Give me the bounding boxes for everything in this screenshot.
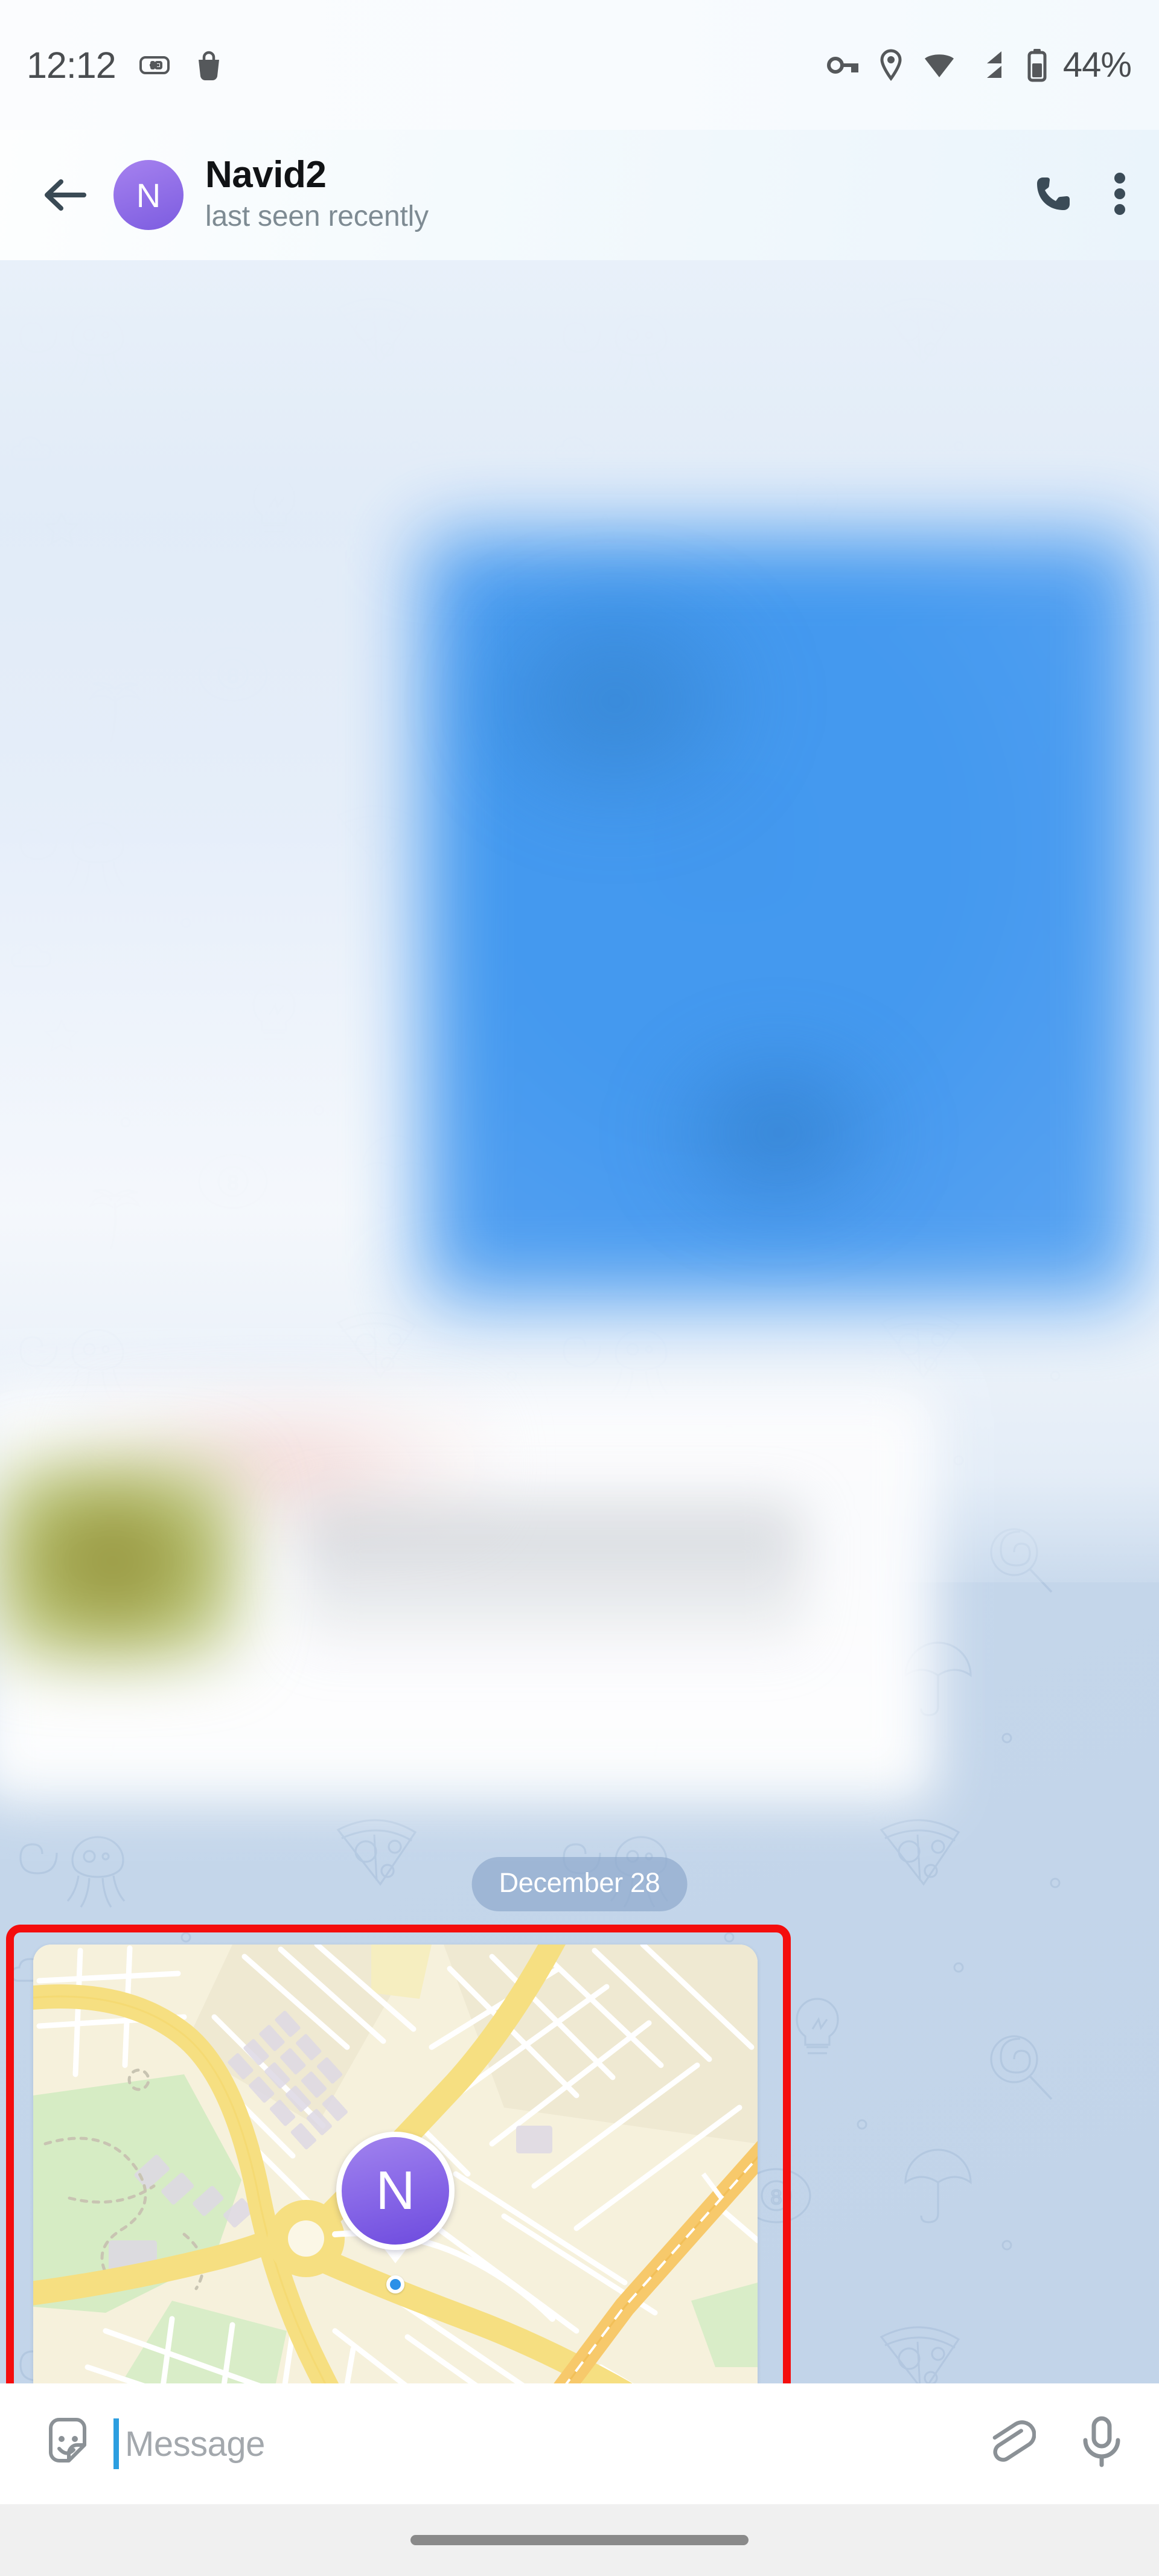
blurred-media-detail-2 [652, 1033, 905, 1232]
location-pin-icon [880, 48, 902, 81]
status-bar-left: 12:12 [27, 44, 225, 86]
voice-record-button[interactable] [1079, 2415, 1124, 2473]
status-bar: 12:12 44% [0, 0, 1159, 130]
chat-status-subtitle: last seen recently [205, 200, 429, 232]
more-menu-button[interactable] [1112, 166, 1128, 225]
location-map-preview[interactable]: N [33, 1945, 758, 2383]
status-clock: 12:12 [27, 44, 117, 86]
split-screen-icon [139, 56, 170, 74]
chat-title-block[interactable]: Navid2 last seen recently [205, 155, 1030, 235]
battery-icon [1027, 48, 1047, 81]
chat-header: N Navid2 last seen recently [0, 130, 1159, 260]
back-arrow-icon [45, 179, 86, 211]
date-badge[interactable]: December 28 [471, 1857, 688, 1911]
blurred-preview-text [302, 1504, 803, 1661]
call-button[interactable] [1030, 170, 1077, 220]
page-title: Navid2 [205, 154, 327, 196]
phone-icon [1037, 177, 1070, 210]
blurred-preview-thumbnail [0, 1459, 241, 1664]
telegram-chat-screen: 12:12 44% N Navid2 last seen recently De… [0, 0, 1159, 2576]
input-bar-actions [984, 2415, 1124, 2473]
cellular-signal-icon [986, 51, 1001, 78]
home-gesture-pill[interactable] [410, 2535, 749, 2545]
status-bar-right: 44% [826, 45, 1132, 85]
more-vertical-icon [1114, 172, 1125, 215]
paperclip-icon [992, 2420, 1036, 2462]
microphone-icon [1083, 2416, 1120, 2467]
message-input-placeholder: Message [125, 2424, 265, 2464]
live-location-message[interactable]: N Live Location updated just now 57 [33, 1945, 758, 2383]
bag-icon [198, 51, 219, 80]
map-avatar-pin[interactable]: N [336, 2132, 455, 2250]
avatar-initial: N [136, 176, 161, 214]
map-current-location-dot [386, 2275, 404, 2293]
message-input-field[interactable]: Message [113, 2418, 984, 2469]
avatar[interactable]: N [113, 160, 184, 230]
message-input-bar: Message [0, 2383, 1159, 2504]
map-pin-initial: N [375, 2160, 415, 2221]
blurred-media-detail [459, 574, 773, 828]
vpn-key-icon [826, 56, 858, 74]
system-navigation-bar [0, 2504, 1159, 2576]
header-actions [1030, 166, 1128, 225]
attach-button[interactable] [984, 2417, 1036, 2472]
battery-percent-label: 44% [1062, 45, 1132, 85]
emoji-button[interactable] [37, 2414, 98, 2474]
sticker-smiley-icon [49, 2418, 86, 2463]
wifi-icon [924, 54, 954, 77]
chat-message-list[interactable]: 8 [0, 260, 1159, 2383]
text-caret [113, 2418, 119, 2469]
back-button[interactable] [37, 167, 93, 223]
